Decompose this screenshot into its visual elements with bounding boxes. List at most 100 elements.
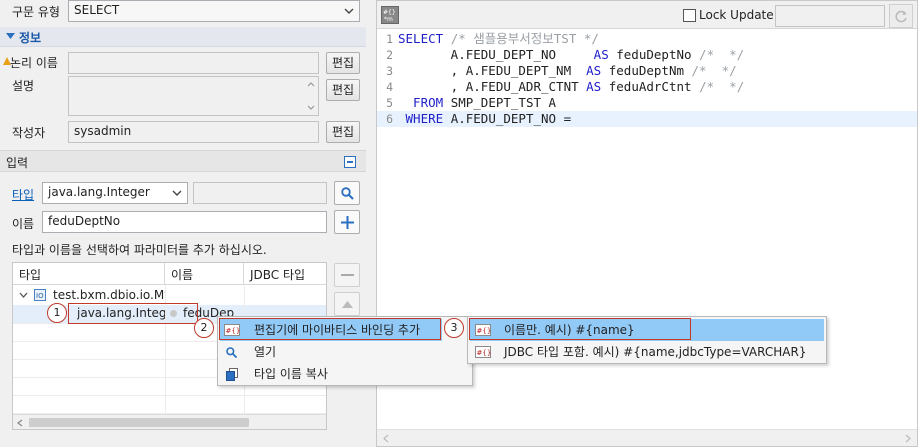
- sql-keyword: AS: [586, 63, 602, 78]
- sql-comment: /* */: [699, 79, 745, 94]
- logical-name-edit-button[interactable]: 편집: [326, 52, 360, 74]
- code-line[interactable]: 1 SELECT /* 샘플용부서정보TST */: [377, 31, 917, 47]
- type-select[interactable]: java.lang.Integer: [42, 182, 188, 204]
- callout-2: 2: [194, 318, 214, 338]
- lock-update-field[interactable]: [775, 5, 885, 27]
- sql-comment: /* */: [699, 47, 745, 62]
- lock-update-label: Lock Update: [699, 8, 774, 22]
- search-icon: [341, 187, 354, 200]
- sql-token: , A.FEDU_ADR_CTNT: [398, 79, 587, 94]
- code-text: A.FEDU_DEPT_NO AS feduDeptNo /* */: [398, 47, 745, 63]
- description-edit-button[interactable]: 편집: [326, 79, 360, 101]
- code-line[interactable]: 6 WHERE A.FEDU_DEPT_NO =: [377, 111, 917, 127]
- info-section-header[interactable]: 정보: [0, 27, 366, 47]
- sql-token: SMP_DEPT_TST A: [450, 95, 557, 110]
- callout-3: 3: [444, 318, 464, 338]
- io-class-icon: IO: [34, 289, 46, 301]
- scroll-right-icon[interactable]: [905, 434, 911, 443]
- scroll-thumb[interactable]: [29, 418, 249, 427]
- scroll-left-icon[interactable]: [383, 434, 389, 443]
- query-type-select[interactable]: SELECT: [68, 0, 360, 22]
- sql-comment: /* 샘플용부서정보TST */: [450, 31, 599, 46]
- code-text: , A.FEDU_ADR_CTNT AS feduAdrCtnt /* */: [398, 79, 745, 95]
- code-line[interactable]: 2 A.FEDU_DEPT_NO AS feduDeptNo /* */: [377, 47, 917, 63]
- add-parameter-button[interactable]: [334, 210, 360, 234]
- input-section-title: 입력: [6, 156, 29, 170]
- author-edit-button[interactable]: 편집: [326, 121, 360, 143]
- type-value: java.lang.Integer: [48, 185, 150, 199]
- refresh-button[interactable]: [889, 4, 913, 28]
- info-section-title: 정보: [19, 31, 42, 45]
- sql-token: feduDeptNo: [608, 47, 700, 62]
- column-header-type[interactable]: 타입: [13, 263, 165, 285]
- sql-keyword: FROM: [398, 95, 451, 110]
- svg-text:#{}: #{}: [477, 349, 492, 357]
- submenu-item-label: JDBC 타입 포함. 예시) #{name,jdbcType=VARCHAR}: [504, 345, 807, 359]
- column-header-name[interactable]: 이름: [165, 263, 244, 285]
- move-up-button[interactable]: [334, 292, 360, 316]
- svg-text:#{}: #{}: [383, 9, 396, 16]
- sql-keyword: WHERE: [398, 111, 451, 126]
- name-label: 이름: [12, 217, 35, 231]
- type-search-button[interactable]: [334, 181, 360, 205]
- type-filter-field[interactable]: [193, 182, 327, 204]
- column-header-jdbc-type[interactable]: JDBC 타입: [244, 263, 326, 285]
- editor-toolbar: #{} *m Lock Update: [377, 1, 917, 29]
- code-line[interactable]: 4 , A.FEDU_ADR_CTNT AS feduAdrCtnt /* */: [377, 79, 917, 95]
- arrow-up-icon: [342, 301, 353, 308]
- plus-icon: [341, 216, 354, 229]
- scroll-left-icon[interactable]: [17, 419, 23, 427]
- sql-token: A.FEDU_DEPT_NO =: [450, 111, 572, 126]
- logical-name-label: 논리 이름: [10, 56, 58, 70]
- menu-item-copy-type-name[interactable]: 타입 이름 복사: [220, 363, 470, 385]
- query-type-value: SELECT: [74, 3, 120, 17]
- scroll-down-icon[interactable]: [307, 105, 315, 110]
- sql-token: feduDeptNm: [601, 63, 692, 78]
- line-number: 6: [386, 112, 393, 126]
- code-line[interactable]: 5 FROM SMP_DEPT_TST A: [377, 95, 917, 111]
- chevron-down-icon: [344, 8, 354, 14]
- chevron-down-icon: [172, 190, 182, 196]
- collapse-all-icon[interactable]: [344, 156, 356, 168]
- hint-text: 타입과 이름을 선택하여 파라미터를 추가 하십시오.: [12, 243, 267, 257]
- line-number: 1: [386, 32, 393, 46]
- description-field[interactable]: [68, 76, 319, 116]
- author-label: 작성자: [12, 126, 46, 140]
- highlight-box-menu-item: [219, 318, 441, 340]
- code-text: SELECT /* 샘플용부서정보TST */: [398, 31, 599, 47]
- sql-keyword: SELECT: [398, 31, 451, 46]
- sql-keyword: AS: [593, 47, 609, 62]
- sql-keyword: AS: [586, 79, 602, 94]
- submenu-item-with-jdbc-type[interactable]: #{} JDBC 타입 포함. 예시) #{name,jdbcType=VARC…: [470, 341, 824, 363]
- sql-token: , A.FEDU_DEPT_NM: [398, 63, 587, 78]
- highlight-box-submenu-item: [469, 318, 691, 340]
- description-label: 설명: [12, 79, 35, 93]
- query-type-label: 구문 유형: [12, 5, 60, 19]
- refresh-icon: [895, 10, 907, 23]
- input-section-header: 입력: [0, 150, 366, 172]
- mybatis-icon: #{}: [475, 346, 491, 358]
- line-number: 2: [386, 48, 393, 62]
- line-number: 3: [386, 64, 393, 78]
- sql-token: A.FEDU_DEPT_NO: [398, 47, 594, 62]
- scroll-up-icon[interactable]: [307, 82, 315, 87]
- logical-name-field[interactable]: [68, 52, 319, 74]
- editor-mode-icon[interactable]: #{}*m: [381, 6, 399, 24]
- svg-text:*m: *m: [384, 16, 393, 23]
- editor-horizontal-scrollbar[interactable]: [377, 429, 917, 446]
- remove-parameter-button[interactable]: [334, 263, 360, 287]
- code-text: FROM SMP_DEPT_TST A: [398, 95, 556, 111]
- code-area[interactable]: 1 SELECT /* 샘플용부서정보TST */2 A.FEDU_DEPT_NO…: [377, 31, 917, 127]
- type-link[interactable]: 타입: [12, 186, 34, 203]
- lock-update-checkbox[interactable]: [683, 9, 696, 22]
- sql-comment: /* */: [691, 63, 737, 78]
- menu-item-label: 열기: [254, 345, 277, 359]
- name-field[interactable]: feduDeptNo: [42, 211, 327, 233]
- expand-chevron-icon[interactable]: [19, 292, 28, 299]
- author-field[interactable]: sysadmin: [68, 121, 319, 143]
- table-horizontal-scrollbar[interactable]: [13, 414, 326, 429]
- menu-item-open[interactable]: 열기: [220, 341, 470, 363]
- svg-text:IO: IO: [36, 292, 44, 300]
- code-line[interactable]: 3 , A.FEDU_DEPT_NM AS feduDeptNm /* */: [377, 63, 917, 79]
- parent-row-label: test.bxm.dbio.io.MyI: [53, 288, 165, 302]
